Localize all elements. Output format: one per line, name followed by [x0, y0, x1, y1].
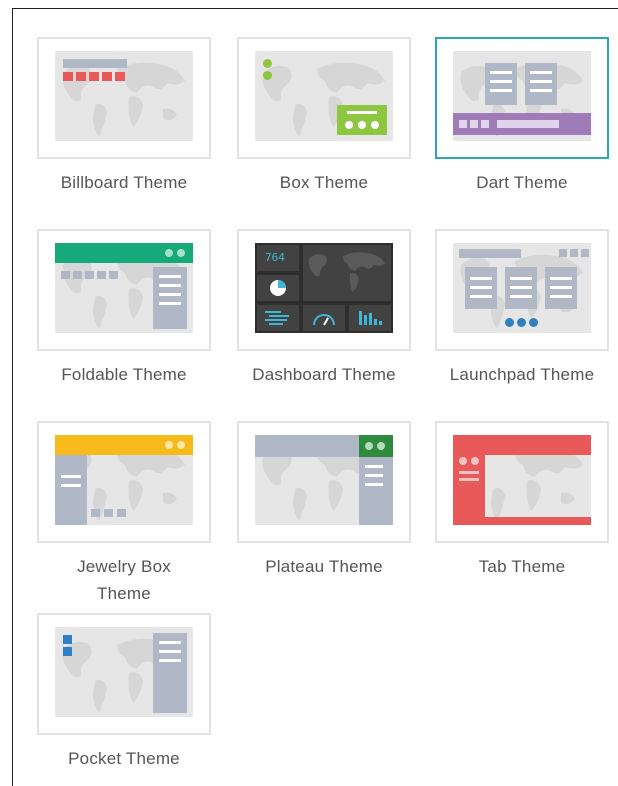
billboard-preview — [55, 51, 193, 141]
panel-card — [545, 267, 577, 309]
theme-label: Pocket Theme — [68, 749, 180, 768]
side-panel — [153, 633, 187, 713]
dashboard-preview: 764 — [255, 243, 393, 333]
pie-widget — [257, 275, 299, 301]
dart-preview — [453, 51, 591, 141]
column-widget — [349, 305, 391, 331]
theme-label: Plateau Theme — [265, 557, 383, 576]
header-accent — [359, 435, 393, 457]
theme-label: Dashboard Theme — [252, 365, 396, 384]
pocket-preview — [55, 627, 193, 717]
theme-tile[interactable] — [435, 229, 609, 351]
theme-tile[interactable] — [435, 421, 609, 543]
plateau-preview — [255, 435, 393, 525]
dot-icon — [263, 59, 272, 68]
theme-label: Launchpad Theme — [449, 365, 595, 384]
world-map-graphic — [491, 455, 583, 517]
theme-label: Box Theme — [279, 173, 369, 192]
panel-card — [525, 63, 557, 105]
dock-bar — [453, 113, 591, 135]
bars-widget — [257, 305, 299, 331]
theme-tile[interactable] — [37, 421, 211, 543]
dot-icon — [263, 71, 272, 80]
panel-card — [505, 267, 537, 309]
widget-value: 764 — [265, 251, 285, 264]
side-panel — [359, 457, 393, 525]
header-bar — [55, 435, 193, 455]
value-widget: 764 — [257, 245, 299, 271]
box-preview — [255, 51, 393, 141]
theme-label: Jewelry Box Theme — [77, 557, 171, 603]
theme-tile[interactable] — [237, 421, 411, 543]
pie-chart-icon — [270, 280, 286, 296]
side-panel — [153, 267, 187, 329]
side-panel — [55, 455, 87, 525]
theme-label: Dart Theme — [476, 173, 568, 192]
map-area — [485, 455, 591, 517]
gauge-widget — [303, 305, 345, 331]
theme-tile[interactable] — [37, 37, 211, 159]
header-bar — [255, 435, 359, 457]
theme-gallery-panel: Billboard Theme Box Theme Dart Theme Fol… — [12, 8, 618, 786]
theme-label: Foldable Theme — [61, 365, 187, 384]
map-widget — [303, 245, 391, 301]
theme-tile[interactable] — [237, 37, 411, 159]
theme-label: Tab Theme — [478, 557, 566, 576]
theme-tile[interactable] — [435, 37, 609, 159]
launchpad-preview — [453, 243, 591, 333]
header-bar — [459, 249, 521, 258]
gauge-icon — [313, 314, 335, 326]
world-map-graphic — [308, 252, 385, 293]
square-icon — [63, 647, 72, 656]
bar-chart-icon — [265, 311, 289, 325]
jewelry-box-preview — [55, 435, 193, 525]
header-bar — [63, 59, 127, 68]
theme-tile[interactable]: 764 — [237, 229, 411, 351]
column-chart-icon — [359, 311, 382, 325]
theme-tile[interactable] — [37, 613, 211, 735]
header-bar — [55, 243, 193, 263]
panel-card — [465, 267, 497, 309]
foldable-preview — [55, 243, 193, 333]
tab-preview — [453, 435, 591, 525]
theme-tile[interactable] — [37, 229, 211, 351]
panel-card — [485, 63, 517, 105]
theme-label: Billboard Theme — [60, 173, 188, 192]
info-box — [337, 105, 387, 135]
square-icon — [63, 635, 72, 644]
